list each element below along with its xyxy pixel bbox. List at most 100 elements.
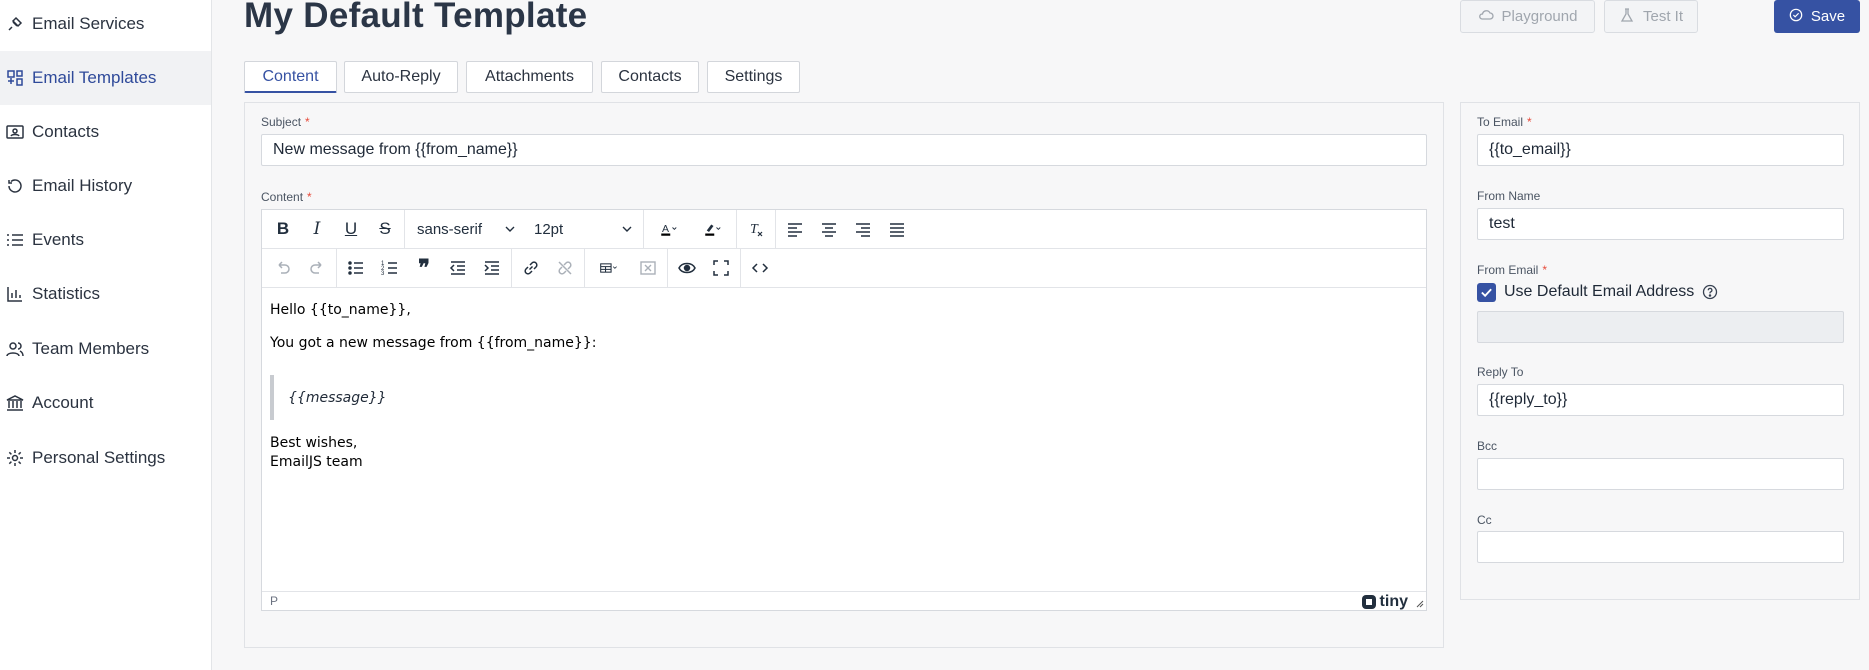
toolbar-separator <box>667 248 668 288</box>
check-circle-icon <box>1789 8 1803 26</box>
subject-input[interactable]: New message from {{from_name}} <box>261 134 1427 166</box>
undo-icon[interactable] <box>266 251 300 285</box>
tab-content[interactable]: Content <box>244 61 337 93</box>
align-left-icon[interactable] <box>778 212 812 246</box>
tab-auto-reply[interactable]: Auto-Reply <box>344 61 458 93</box>
test-it-label: Test It <box>1642 8 1683 25</box>
blockquote: {{message}} <box>270 375 387 420</box>
settings-panel <box>1460 102 1860 600</box>
reply-to-input[interactable]: {{reply_to}} <box>1477 384 1844 416</box>
align-right-icon[interactable] <box>846 212 880 246</box>
sidebar-item-label: Account <box>32 393 94 412</box>
body-line: Hello {{to_name}}, <box>270 302 411 318</box>
align-justify-icon[interactable] <box>880 212 914 246</box>
editor-toolbar-row-1: B I U S sans-serif 12pt A T <box>262 209 1426 249</box>
cc-input[interactable] <box>1477 531 1844 563</box>
tab-attachments[interactable]: Attachments <box>466 61 593 93</box>
chart-icon <box>6 285 24 303</box>
chevron-down-icon <box>505 226 515 232</box>
sidebar-item-label: Email History <box>32 176 133 195</box>
table-icon[interactable] <box>587 251 631 285</box>
resize-handle-icon[interactable] <box>1414 598 1424 608</box>
tab-settings[interactable]: Settings <box>707 61 800 93</box>
tiny-logo[interactable]: tiny <box>1361 592 1408 611</box>
italic-icon[interactable]: I <box>300 212 334 246</box>
svg-text:T: T <box>750 222 759 237</box>
unlink-icon[interactable] <box>548 251 582 285</box>
rich-text-editor[interactable]: B I U S sans-serif 12pt A T 123 ❞ Hello … <box>261 209 1427 611</box>
preview-eye-icon[interactable] <box>670 251 704 285</box>
text-color-icon[interactable]: A <box>646 212 690 246</box>
svg-text:3: 3 <box>381 271 385 277</box>
from-email-label: From Email * <box>1477 263 1548 277</box>
blockquote-icon[interactable]: ❞ <box>407 251 441 285</box>
chevron-down-icon <box>622 226 632 232</box>
svg-text:A: A <box>662 223 669 235</box>
highlight-color-icon[interactable] <box>690 212 734 246</box>
strikethrough-icon[interactable]: S <box>368 212 402 246</box>
redo-icon[interactable] <box>300 251 334 285</box>
sidebar-item-label: Email Services <box>32 14 145 33</box>
sidebar-item-email-history[interactable]: Email History <box>0 159 211 213</box>
sidebar-item-events[interactable]: Events <box>0 213 211 267</box>
toolbar-separator <box>736 209 737 249</box>
bold-icon[interactable]: B <box>266 212 300 246</box>
editor-body[interactable]: Hello {{to_name}}, You got a new message… <box>270 302 596 351</box>
editor-statusbar: P tiny <box>262 591 1426 610</box>
use-default-email-label[interactable]: Use Default Email Address <box>1504 283 1718 301</box>
page-title: My Default Template <box>244 0 588 35</box>
from-name-input[interactable]: test <box>1477 208 1844 240</box>
indent-icon[interactable] <box>475 251 509 285</box>
numbered-list-icon[interactable]: 123 <box>373 251 407 285</box>
sidebar-item-label: Statistics <box>32 284 101 303</box>
bank-icon <box>6 394 24 412</box>
flask-icon <box>1619 7 1635 27</box>
element-path[interactable]: P <box>270 594 278 608</box>
remove-format-icon[interactable] <box>631 251 665 285</box>
playground-label: Playground <box>1501 8 1578 25</box>
body-line: Best wishes, <box>270 435 358 451</box>
sidebar-item-label: Events <box>32 230 84 249</box>
sidebar-item-contacts[interactable]: Contacts <box>0 105 211 159</box>
gear-icon <box>6 449 24 467</box>
history-icon <box>6 177 24 195</box>
body-line: EmailJS team <box>270 454 363 470</box>
sidebar-item-email-services[interactable]: Email Services <box>0 0 211 51</box>
bullet-list-icon[interactable] <box>339 251 373 285</box>
use-default-email-checkbox[interactable] <box>1477 283 1496 302</box>
source-code-icon[interactable] <box>743 251 777 285</box>
save-button[interactable]: Save <box>1774 0 1860 33</box>
save-label: Save <box>1810 8 1846 25</box>
font-family-select[interactable]: sans-serif <box>407 212 524 246</box>
sidebar-item-label: Team Members <box>32 339 150 358</box>
font-size-select[interactable]: 12pt <box>524 212 641 246</box>
bcc-input[interactable] <box>1477 458 1844 490</box>
check-icon <box>1481 288 1492 298</box>
toolbar-separator <box>336 248 337 288</box>
fullscreen-icon[interactable] <box>704 251 738 285</box>
sidebar: Email Services Email Templates Contacts … <box>0 0 212 670</box>
align-center-icon[interactable] <box>812 212 846 246</box>
underline-icon[interactable]: U <box>334 212 368 246</box>
toolbar-separator <box>584 248 585 288</box>
sidebar-item-personal-settings[interactable]: Personal Settings <box>0 431 211 485</box>
sidebar-item-email-templates[interactable]: Email Templates <box>0 51 211 105</box>
bcc-label: Bcc <box>1477 439 1498 453</box>
sidebar-item-team-members[interactable]: Team Members <box>0 322 211 376</box>
content-label: Content * <box>261 190 312 204</box>
outdent-icon[interactable] <box>441 251 475 285</box>
toolbar-separator <box>404 209 405 249</box>
to-email-input[interactable]: {{to_email}} <box>1477 134 1844 166</box>
editor-toolbar-row-2: 123 ❞ <box>262 248 1426 288</box>
test-it-button[interactable]: Test It <box>1604 0 1698 33</box>
sidebar-item-account[interactable]: Account <box>0 376 211 430</box>
toolbar-separator <box>740 248 741 288</box>
clear-formatting-icon[interactable]: T <box>739 212 773 246</box>
link-icon[interactable] <box>514 251 548 285</box>
sidebar-item-label: Contacts <box>32 122 100 141</box>
reply-to-label: Reply To <box>1477 365 1524 379</box>
tab-contacts[interactable]: Contacts <box>601 61 699 93</box>
team-icon <box>6 340 24 358</box>
playground-button[interactable]: Playground <box>1460 0 1595 33</box>
sidebar-item-statistics[interactable]: Statistics <box>0 267 211 321</box>
